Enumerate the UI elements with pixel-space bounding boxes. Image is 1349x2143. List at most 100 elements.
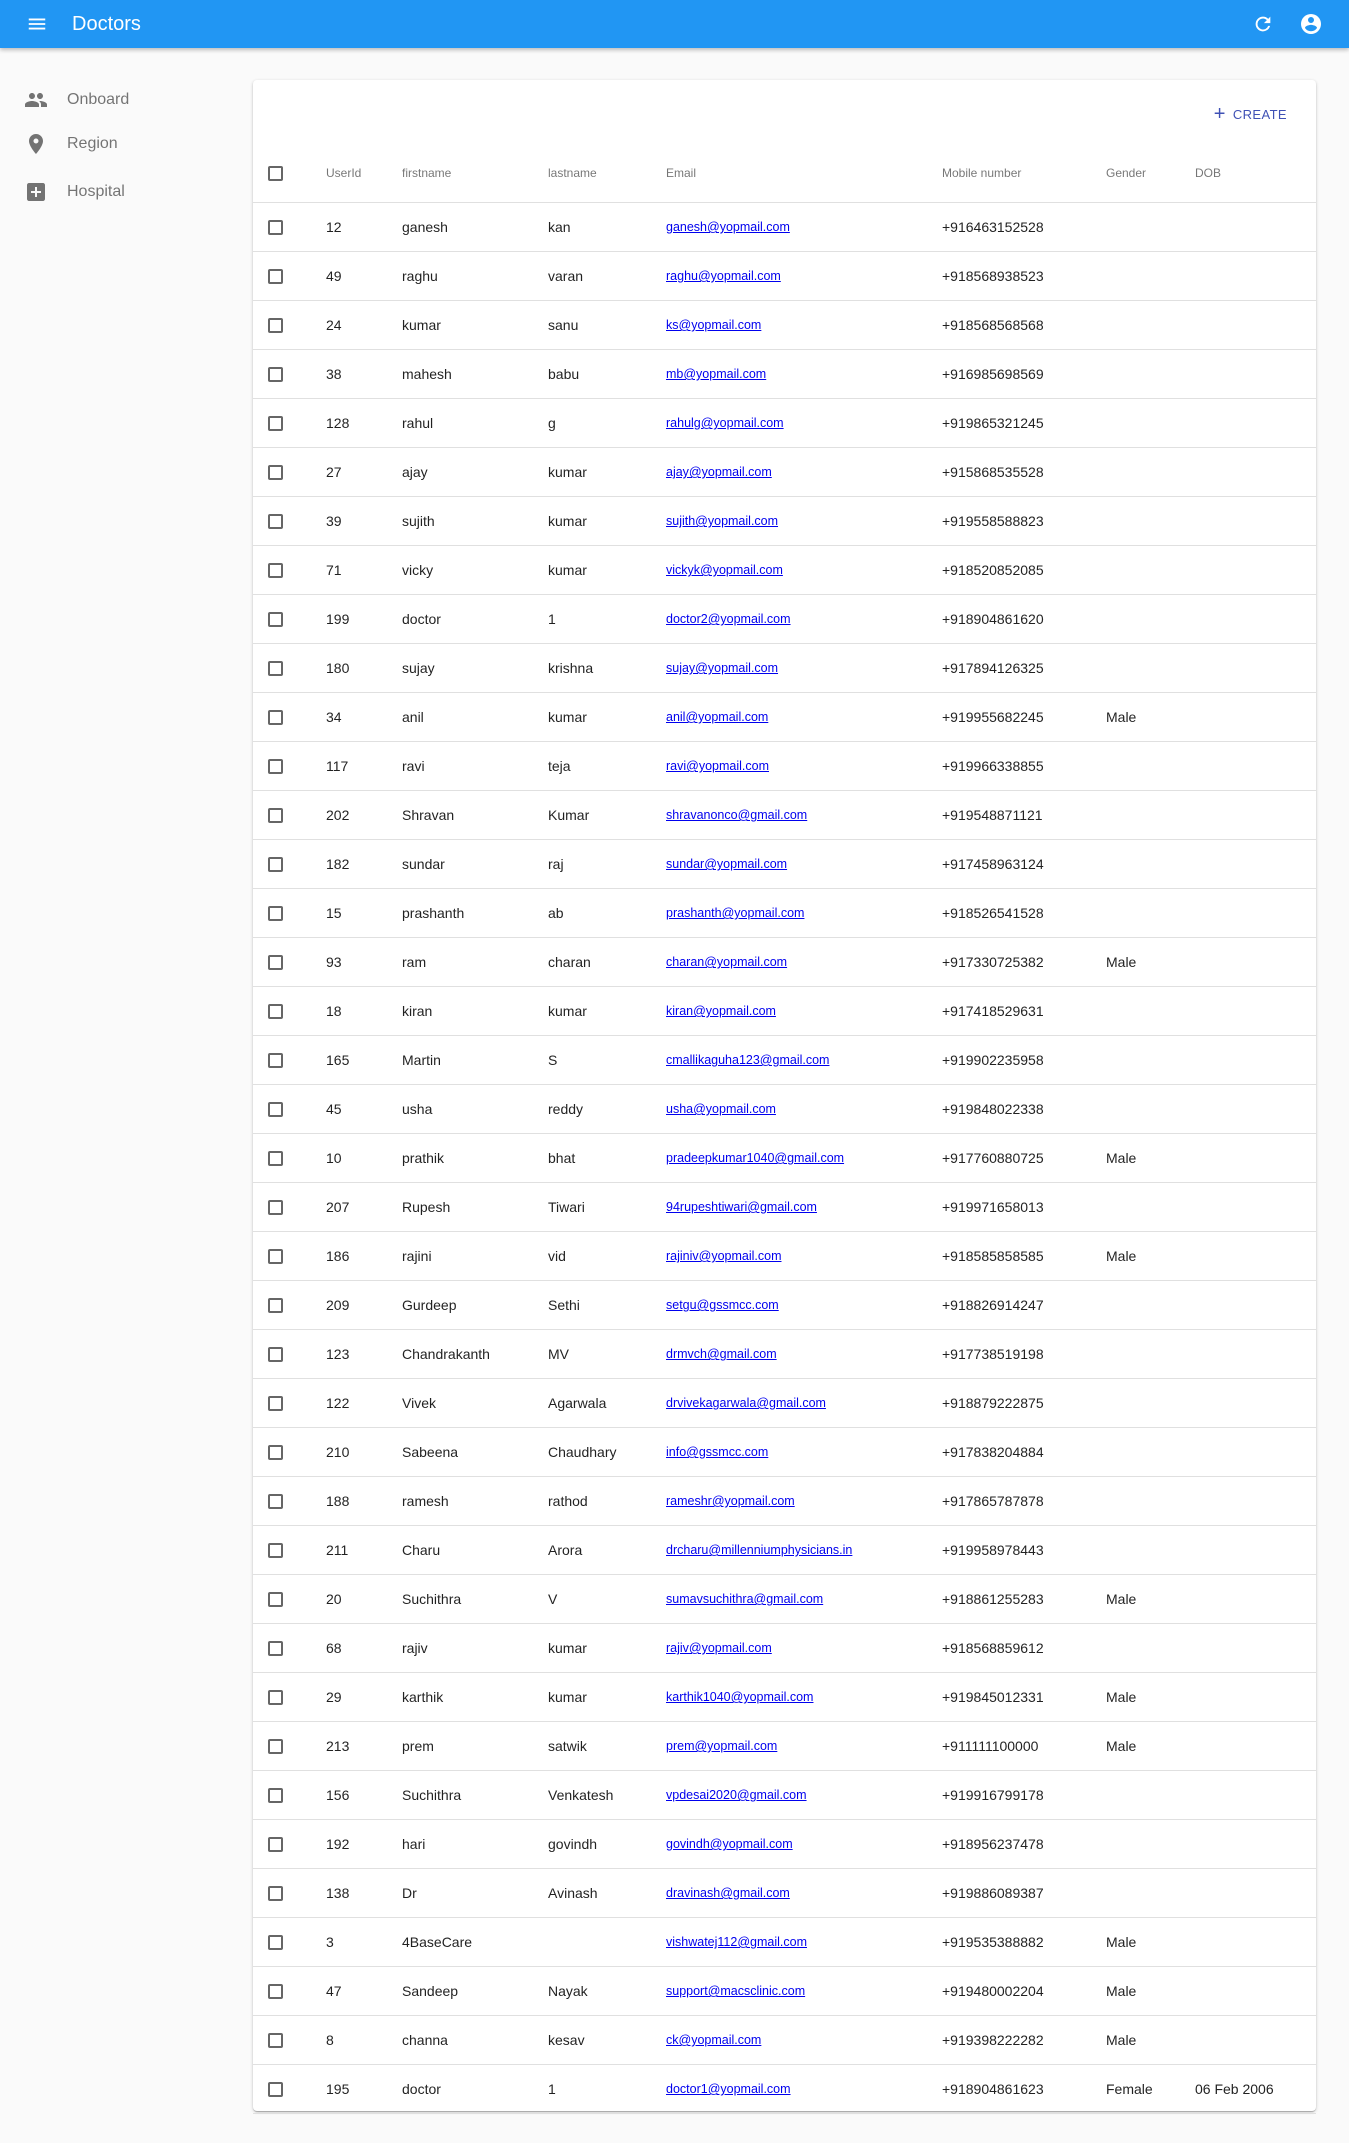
table-row[interactable]: 49 raghu varan raghu@yopmail.com +9185689385… <box>253 252 1316 301</box>
table-row[interactable]: 20 Suchithra Vsumavsuchithra@gmail.com +918… <box>253 1575 1316 1624</box>
refresh-icon[interactable] <box>1250 11 1276 37</box>
cell-email[interactable]: vpdesai2020@gmail.com <box>666 1771 807 1819</box>
cell-email[interactable]: info@gssmcc.com <box>666 1428 768 1476</box>
header-lastname[interactable]: lastname <box>548 144 597 202</box>
table-row[interactable]: 209 Gurdeep Sethi setgu@gssmcc.com +91882691… <box>253 1281 1316 1330</box>
cell-email[interactable]: mb@yopmail.com <box>666 350 766 398</box>
row-checkbox[interactable] <box>268 1494 283 1509</box>
table-row[interactable]: 207 Rupesh Tiwari 94rupeshtiwari@gmail.com +… <box>253 1183 1316 1232</box>
cell-email[interactable]: dravinash@gmail.com <box>666 1869 790 1917</box>
header-userid[interactable]: UserId <box>326 144 361 202</box>
row-checkbox[interactable] <box>268 1788 283 1803</box>
table-row[interactable]: 192 hari govindh govindh@yopmail.com +918956… <box>253 1820 1316 1869</box>
cell-email[interactable]: usha@yopmail.com <box>666 1085 776 1133</box>
row-checkbox[interactable] <box>268 1298 283 1313</box>
cell-email[interactable]: support@macsclinic.com <box>666 1967 805 2015</box>
table-row[interactable]: 188 ramesh rathod rameshr@yopmail.com +91786… <box>253 1477 1316 1526</box>
table-row[interactable]: 15 prashanth ab prashanth@yopmail.com +91852… <box>253 889 1316 938</box>
row-checkbox[interactable] <box>268 1102 283 1117</box>
cell-email[interactable]: rajiv@yopmail.com <box>666 1624 772 1672</box>
row-checkbox[interactable] <box>268 2033 283 2048</box>
table-row[interactable]: 199 doctor 1 doctor2@yopmail.com +9189048616… <box>253 595 1316 644</box>
row-checkbox[interactable] <box>268 857 283 872</box>
cell-email[interactable]: rameshr@yopmail.com <box>666 1477 795 1525</box>
cell-email[interactable]: drmvch@gmail.com <box>666 1330 777 1378</box>
row-checkbox[interactable] <box>268 367 283 382</box>
cell-email[interactable]: sundar@yopmail.com <box>666 840 787 888</box>
row-checkbox[interactable] <box>268 220 283 235</box>
table-row[interactable]: 213 prem satwik prem@yopmail.com +9111111000… <box>253 1722 1316 1771</box>
table-row[interactable]: 211 Charu Arora drcharu@millenniumphysician… <box>253 1526 1316 1575</box>
table-row[interactable]: 68 rajiv kumar rajiv@yopmail.com +9185688596… <box>253 1624 1316 1673</box>
table-row[interactable]: 3 4BaseCare vishwatej112@gmail.com +9195353… <box>253 1918 1316 1967</box>
sidebar-item-onboard[interactable]: Onboard <box>0 80 240 120</box>
row-checkbox[interactable] <box>268 269 283 284</box>
cell-email[interactable]: shravanonco@gmail.com <box>666 791 807 839</box>
table-row[interactable]: 34 anil kumar anil@yopmail.com +919955682245… <box>253 693 1316 742</box>
table-row[interactable]: 47 Sandeep Nayak support@macsclinic.com +919… <box>253 1967 1316 2016</box>
cell-email[interactable]: govindh@yopmail.com <box>666 1820 793 1868</box>
table-row[interactable]: 10 prathik bhat pradeepkumar1040@gmail.com +… <box>253 1134 1316 1183</box>
row-checkbox[interactable] <box>268 1543 283 1558</box>
table-row[interactable]: 186 rajini vid rajiniv@yopmail.com +91858585… <box>253 1232 1316 1281</box>
cell-email[interactable]: vickyk@yopmail.com <box>666 546 783 594</box>
table-row[interactable]: 93 ram charan charan@yopmail.com +9173307253… <box>253 938 1316 987</box>
select-all-checkbox[interactable] <box>268 166 283 181</box>
header-dob[interactable]: DOB <box>1195 144 1221 202</box>
header-mobile[interactable]: Mobile number <box>942 144 1021 202</box>
row-checkbox[interactable] <box>268 1592 283 1607</box>
table-row[interactable]: 195 doctor 1 doctor1@yopmail.com +9189048616… <box>253 2065 1316 2114</box>
row-checkbox[interactable] <box>268 1445 283 1460</box>
cell-email[interactable]: kiran@yopmail.com <box>666 987 776 1035</box>
table-row[interactable]: 12 ganesh kan ganesh@yopmail.com +9164631525… <box>253 203 1316 252</box>
cell-email[interactable]: sujay@yopmail.com <box>666 644 778 692</box>
menu-icon[interactable] <box>25 12 49 36</box>
table-row[interactable]: 27 ajay kumar ajay@yopmail.com +915868535528 <box>253 448 1316 497</box>
row-checkbox[interactable] <box>268 318 283 333</box>
table-row[interactable]: 180 sujay krishna sujay@yopmail.com +9178941… <box>253 644 1316 693</box>
table-row[interactable]: 45 usha reddy usha@yopmail.com +919848022338 <box>253 1085 1316 1134</box>
header-firstname[interactable]: firstname <box>402 144 451 202</box>
row-checkbox[interactable] <box>268 661 283 676</box>
row-checkbox[interactable] <box>268 1984 283 1999</box>
cell-email[interactable]: charan@yopmail.com <box>666 938 787 986</box>
cell-email[interactable]: doctor1@yopmail.com <box>666 2065 791 2113</box>
table-row[interactable]: 117 ravi teja ravi@yopmail.com +919966338855 <box>253 742 1316 791</box>
sidebar-item-region[interactable]: Region <box>0 124 240 164</box>
row-checkbox[interactable] <box>268 906 283 921</box>
row-checkbox[interactable] <box>268 1641 283 1656</box>
header-gender[interactable]: Gender <box>1106 144 1146 202</box>
cell-email[interactable]: doctor2@yopmail.com <box>666 595 791 643</box>
cell-email[interactable]: karthik1040@yopmail.com <box>666 1673 813 1721</box>
table-row[interactable]: 202 Shravan Kumar shravanonco@gmail.com +919… <box>253 791 1316 840</box>
cell-email[interactable]: prashanth@yopmail.com <box>666 889 804 937</box>
table-row[interactable]: 122 Vivek Agarwala drvivekagarwala@gmail.co… <box>253 1379 1316 1428</box>
header-email[interactable]: Email <box>666 144 696 202</box>
table-row[interactable]: 71 vicky kumar vickyk@yopmail.com +918520852… <box>253 546 1316 595</box>
table-row[interactable]: 128 rahul g rahulg@yopmail.com +919865321245 <box>253 399 1316 448</box>
cell-email[interactable]: cmallikaguha123@gmail.com <box>666 1036 829 1084</box>
row-checkbox[interactable] <box>268 563 283 578</box>
sidebar-item-hospital[interactable]: Hospital <box>0 172 240 212</box>
row-checkbox[interactable] <box>268 1886 283 1901</box>
row-checkbox[interactable] <box>268 2082 283 2097</box>
table-row[interactable]: 138 Dr Avinash dravinash@gmail.com +91988608… <box>253 1869 1316 1918</box>
create-button[interactable]: + CREATE <box>1206 98 1295 130</box>
table-row[interactable]: 8 channa kesav ck@yopmail.com +919398222282 M… <box>253 2016 1316 2065</box>
cell-email[interactable]: drcharu@millenniumphysicians.in <box>666 1526 852 1574</box>
row-checkbox[interactable] <box>268 1396 283 1411</box>
row-checkbox[interactable] <box>268 514 283 529</box>
table-row[interactable]: 29 karthik kumar karthik1040@yopmail.com +91… <box>253 1673 1316 1722</box>
row-checkbox[interactable] <box>268 1739 283 1754</box>
cell-email[interactable]: raghu@yopmail.com <box>666 252 781 300</box>
row-checkbox[interactable] <box>268 1200 283 1215</box>
row-checkbox[interactable] <box>268 1837 283 1852</box>
row-checkbox[interactable] <box>268 759 283 774</box>
row-checkbox[interactable] <box>268 416 283 431</box>
cell-email[interactable]: ks@yopmail.com <box>666 301 761 349</box>
cell-email[interactable]: ck@yopmail.com <box>666 2016 761 2064</box>
cell-email[interactable]: rahulg@yopmail.com <box>666 399 784 447</box>
cell-email[interactable]: 94rupeshtiwari@gmail.com <box>666 1183 817 1231</box>
row-checkbox[interactable] <box>268 1004 283 1019</box>
row-checkbox[interactable] <box>268 1249 283 1264</box>
